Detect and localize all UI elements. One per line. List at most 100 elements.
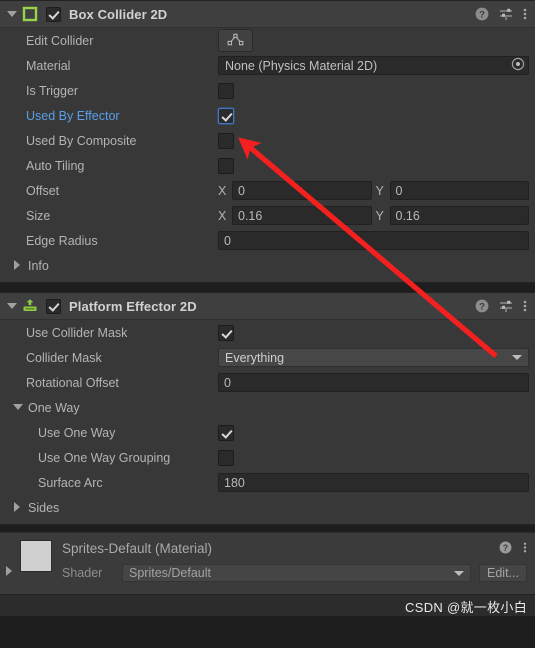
- row-use-collider-mask: Use Collider Mask: [0, 320, 535, 345]
- foldout-toggle-platform-effector-2d[interactable]: [6, 301, 17, 312]
- kebab-menu-icon[interactable]: [523, 299, 527, 313]
- unity-inspector-panel: Box Collider 2D ? Edit Collider Material…: [0, 0, 535, 648]
- edit-shader-button[interactable]: Edit...: [479, 564, 527, 582]
- surface-arc-input[interactable]: 180: [218, 473, 529, 492]
- label-collider-mask: Collider Mask: [26, 350, 102, 365]
- component-header-icons-2: ?: [475, 299, 527, 313]
- material-object-field[interactable]: None (Physics Material 2D): [218, 56, 529, 75]
- foldout-toggle-material[interactable]: [4, 566, 15, 577]
- offset-y-axis-label: Y: [375, 183, 384, 198]
- is-trigger-checkbox[interactable]: [218, 82, 234, 99]
- material-value: None (Physics Material 2D): [225, 58, 378, 73]
- row-collider-mask: Collider Mask Everything: [0, 345, 535, 370]
- use-collider-mask-checkbox[interactable]: [218, 324, 234, 341]
- row-rotational-offset: Rotational Offset 0: [0, 370, 535, 395]
- row-use-one-way-grouping: Use One Way Grouping: [0, 445, 535, 470]
- help-icon[interactable]: ?: [475, 7, 489, 21]
- row-edge-radius: Edge Radius 0: [0, 228, 535, 253]
- material-foldout-container: [0, 540, 18, 577]
- panel-gap: [0, 284, 535, 292]
- platform-effector-2d-icon: [22, 298, 38, 314]
- size-x-input[interactable]: 0.16: [232, 206, 372, 225]
- svg-text:?: ?: [503, 543, 508, 553]
- offset-y-input[interactable]: 0: [389, 181, 529, 200]
- material-preview-swatch: [20, 540, 52, 572]
- auto-tiling-checkbox[interactable]: [218, 157, 234, 174]
- row-auto-tiling: Auto Tiling: [0, 153, 535, 178]
- label-material: Material: [26, 58, 71, 73]
- label-used-by-effector: Used By Effector: [26, 108, 120, 123]
- material-title: Sprites-Default (Material): [62, 541, 213, 556]
- box-collider-2d-icon: [22, 6, 38, 22]
- component-header-platform-effector-2d[interactable]: Platform Effector 2D ?: [0, 293, 535, 320]
- shader-value: Sprites/Default: [129, 566, 211, 580]
- offset-x-input[interactable]: 0: [232, 181, 372, 200]
- used-by-effector-checkbox[interactable]: [218, 107, 234, 124]
- material-header-icons: ?: [499, 541, 527, 557]
- help-icon[interactable]: ?: [475, 299, 489, 313]
- label-one-way: One Way: [28, 400, 80, 415]
- component-body-box-collider-2d: Edit Collider Material None (Physics Mat…: [0, 28, 535, 282]
- label-used-by-composite: Used By Composite: [26, 133, 137, 148]
- help-icon[interactable]: ?: [499, 541, 512, 557]
- row-sides[interactable]: Sides: [0, 495, 535, 520]
- row-material: Material None (Physics Material 2D): [0, 53, 535, 78]
- kebab-menu-icon[interactable]: [523, 7, 527, 21]
- component-body-platform-effector-2d: Use Collider Mask Collider Mask Everythi…: [0, 320, 535, 524]
- used-by-composite-checkbox[interactable]: [218, 132, 234, 149]
- edit-collider-button[interactable]: [218, 29, 253, 52]
- material-preview-panel: Sprites-Default (Material) Shader Sprite…: [0, 532, 535, 594]
- offset-x-axis-label: X: [218, 183, 227, 198]
- label-edit-collider: Edit Collider: [26, 33, 94, 48]
- use-one-way-grouping-checkbox[interactable]: [218, 449, 234, 466]
- chevron-down-icon: [512, 355, 522, 360]
- footer-bar: CSDN @就一枚小白: [0, 594, 535, 616]
- component-enabled-checkbox-platform-effector-2d[interactable]: [46, 298, 61, 314]
- label-offset: Offset: [26, 183, 60, 198]
- edit-collider-icon: [227, 33, 244, 49]
- label-use-one-way: Use One Way: [38, 425, 116, 440]
- foldout-toggle-info[interactable]: [12, 260, 23, 271]
- size-y-input[interactable]: 0.16: [389, 206, 529, 225]
- row-edit-collider: Edit Collider: [0, 28, 535, 53]
- foldout-toggle-sides[interactable]: [12, 502, 23, 513]
- row-size: Size X 0.16 Y 0.16: [0, 203, 535, 228]
- row-info[interactable]: Info: [0, 253, 535, 278]
- label-info-container: Info: [4, 259, 218, 273]
- label-auto-tiling: Auto Tiling: [26, 158, 85, 173]
- label-sides: Sides: [28, 500, 60, 515]
- row-surface-arc: Surface Arc 180: [0, 470, 535, 495]
- material-shader-row: Shader Sprites/Default Edit...: [62, 564, 527, 582]
- row-used-by-effector: Used By Effector: [0, 103, 535, 128]
- svg-text:?: ?: [479, 302, 485, 313]
- label-one-way-container: One Way: [4, 401, 218, 415]
- row-is-trigger: Is Trigger: [0, 78, 535, 103]
- shader-dropdown[interactable]: Sprites/Default: [122, 564, 471, 582]
- component-header-icons: ?: [475, 7, 527, 21]
- component-enabled-checkbox-box-collider-2d[interactable]: [46, 6, 61, 22]
- row-use-one-way: Use One Way: [0, 420, 535, 445]
- edge-radius-input[interactable]: 0: [218, 231, 529, 250]
- label-shader: Shader: [62, 566, 103, 580]
- row-used-by-composite: Used By Composite: [0, 128, 535, 153]
- component-box-collider-2d: Box Collider 2D ? Edit Collider Material…: [0, 0, 535, 283]
- svg-text:?: ?: [479, 10, 485, 21]
- use-one-way-checkbox[interactable]: [218, 424, 234, 441]
- label-size: Size: [26, 208, 51, 223]
- collider-mask-dropdown[interactable]: Everything: [218, 348, 529, 367]
- kebab-menu-icon[interactable]: [523, 541, 527, 557]
- label-edge-radius: Edge Radius: [26, 233, 98, 248]
- label-surface-arc: Surface Arc: [38, 475, 103, 490]
- object-picker-icon[interactable]: [511, 57, 525, 74]
- row-one-way[interactable]: One Way: [0, 395, 535, 420]
- foldout-toggle-box-collider-2d[interactable]: [6, 9, 17, 20]
- component-header-box-collider-2d[interactable]: Box Collider 2D ?: [0, 1, 535, 28]
- rotational-offset-input[interactable]: 0: [218, 373, 529, 392]
- chevron-down-icon: [454, 570, 464, 576]
- preset-icon[interactable]: [499, 7, 513, 21]
- component-title-platform-effector-2d: Platform Effector 2D: [69, 298, 197, 314]
- component-platform-effector-2d: Platform Effector 2D ? Use Collider Mask…: [0, 292, 535, 525]
- foldout-toggle-one-way[interactable]: [12, 402, 23, 413]
- label-use-one-way-grouping: Use One Way Grouping: [38, 450, 171, 465]
- preset-icon[interactable]: [499, 299, 513, 313]
